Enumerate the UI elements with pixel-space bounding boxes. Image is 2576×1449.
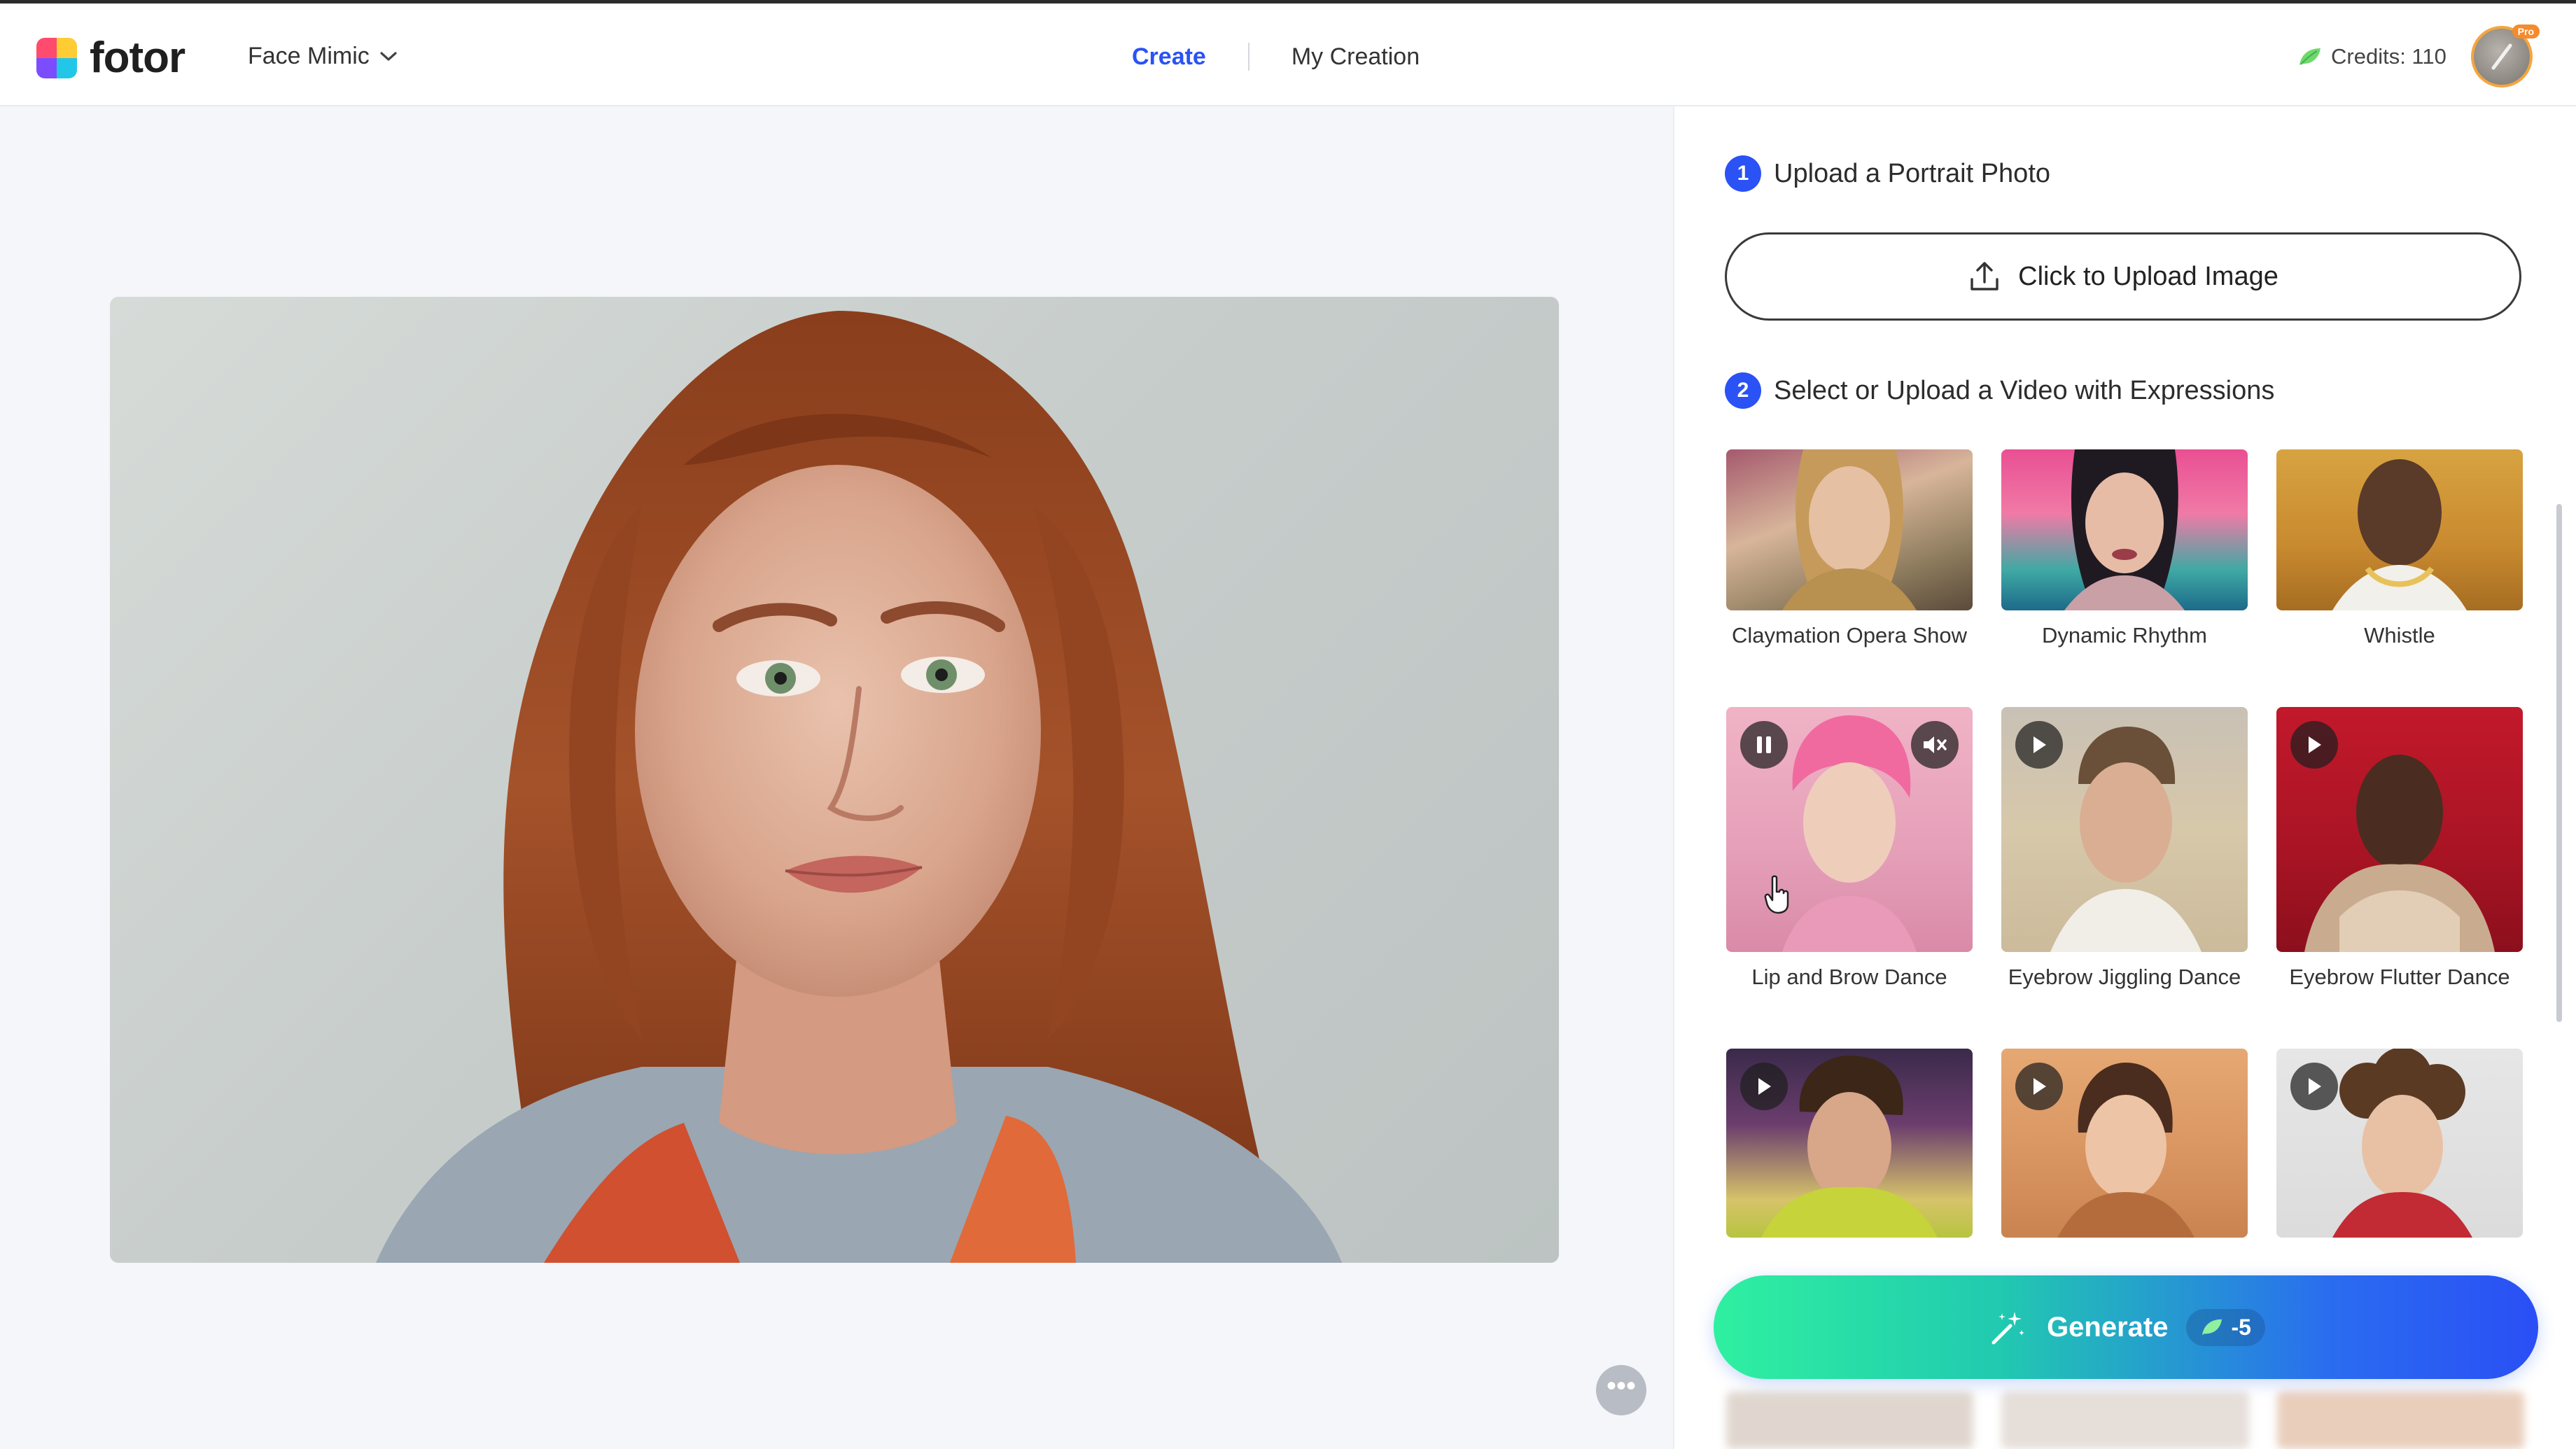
tool-selector-dropdown[interactable]: Face Mimic [248,43,398,70]
fotor-logo[interactable]: fotor [36,33,186,83]
chevron-down-icon [380,51,397,61]
template-card[interactable] [2001,1049,2248,1247]
speaker-muted-icon [1924,736,1947,753]
face-thumbnail-art [2064,449,2185,610]
avatar-silhouette-icon [2491,43,2512,70]
play-button[interactable] [2290,1063,2338,1110]
face-thumbnail-art [2332,459,2467,610]
generate-button[interactable]: Generate -5 [1714,1275,2538,1379]
play-icon [2309,1078,2321,1095]
credit-cost-value: -5 [2231,1314,2251,1340]
template-card[interactable] [1726,1049,1973,1247]
user-avatar[interactable]: Pro [2471,24,2540,88]
face-thumbnail-art [1782,449,1917,610]
template-thumbnail [1726,707,1973,952]
tool-selector-label: Face Mimic [248,43,370,69]
more-options-button[interactable]: ••• [1596,1365,1646,1415]
template-thumbnail [2276,707,2523,952]
template-card[interactable]: Eyebrow Jiggling Dance [2001,707,2248,993]
step-2-title: Select or Upload a Video with Expression… [1774,375,2275,405]
settings-panel: 1 Upload a Portrait Photo Click to Uploa… [1673,106,2576,1449]
template-thumbnail [2276,449,2523,610]
logo-text: fotor [90,34,186,82]
credits-indicator[interactable]: Credits: 110 [2297,44,2446,69]
play-icon [1758,1078,1771,1095]
step-2-number: 2 [1725,372,1761,409]
nav-divider [1247,43,1250,71]
step-1-number: 1 [1725,155,1761,192]
template-label: Eyebrow Flutter Dance [2289,965,2510,989]
main-nav: Create My Creation [1132,43,1420,71]
template-card[interactable]: Claymation Opera Show [1726,449,1973,651]
preview-canvas: ••• [0,106,1673,1449]
nav-create[interactable]: Create [1132,43,1206,71]
template-label: Dynamic Rhythm [2042,623,2207,648]
mute-button[interactable] [1911,721,1959,769]
upload-image-label: Click to Upload Image [2018,261,2278,291]
template-card[interactable]: Whistle [2276,449,2523,651]
hand-cursor-icon [1764,875,1789,914]
credits-label: Credits: 110 [2331,44,2446,69]
step-2-heading: 2 Select or Upload a Video with Expressi… [1725,372,2274,409]
nav-my-creation[interactable]: My Creation [1292,43,1420,71]
play-icon [2309,736,2321,753]
template-thumbnail [2276,1049,2523,1238]
template-card[interactable] [2276,1049,2523,1247]
step-1-title: Upload a Portrait Photo [1774,158,2051,188]
template-label: Whistle [2364,623,2435,648]
template-thumbnail [2001,449,2248,610]
template-card[interactable]: Lip and Brow Dance [1726,707,1973,993]
play-button[interactable] [2015,1063,2063,1110]
pause-icon [1757,736,1771,753]
template-thumbnail [1726,1049,1973,1238]
logo-mark-icon [36,37,77,78]
play-button[interactable] [1740,1063,1788,1110]
faded-template-row [1726,1392,2524,1449]
leaf-icon [2300,48,2320,65]
top-bar: fotor Face Mimic Create My Creation Cred… [0,0,2576,106]
upload-image-button[interactable]: Click to Upload Image [1725,232,2521,321]
template-thumbnail [2001,1049,2248,1238]
play-button[interactable] [2290,721,2338,769]
generate-label: Generate [2047,1311,2169,1343]
template-card[interactable]: Eyebrow Flutter Dance [2276,707,2523,993]
panel-scrollbar[interactable] [2556,504,2562,1022]
step-1-heading: 1 Upload a Portrait Photo [1725,155,2050,192]
play-button[interactable] [2015,721,2063,769]
upload-icon [1970,262,1998,290]
portrait-illustration [376,311,1342,1263]
template-label: Lip and Brow Dance [1751,965,1947,989]
portrait-photo [110,297,1559,1263]
template-thumbnail [1726,449,1973,610]
template-card[interactable]: Dynamic Rhythm [2001,449,2248,651]
template-label: Claymation Opera Show [1732,623,1967,648]
leaf-icon [2202,1319,2222,1336]
play-icon [2033,1078,2046,1095]
magic-wand-icon [1991,1312,2025,1345]
template-thumbnail [2001,707,2248,952]
play-icon [2033,736,2046,753]
pause-button[interactable] [1740,721,1788,769]
template-label: Eyebrow Jiggling Dance [2008,965,2241,989]
credit-cost-pill: -5 [2186,1308,2265,1346]
